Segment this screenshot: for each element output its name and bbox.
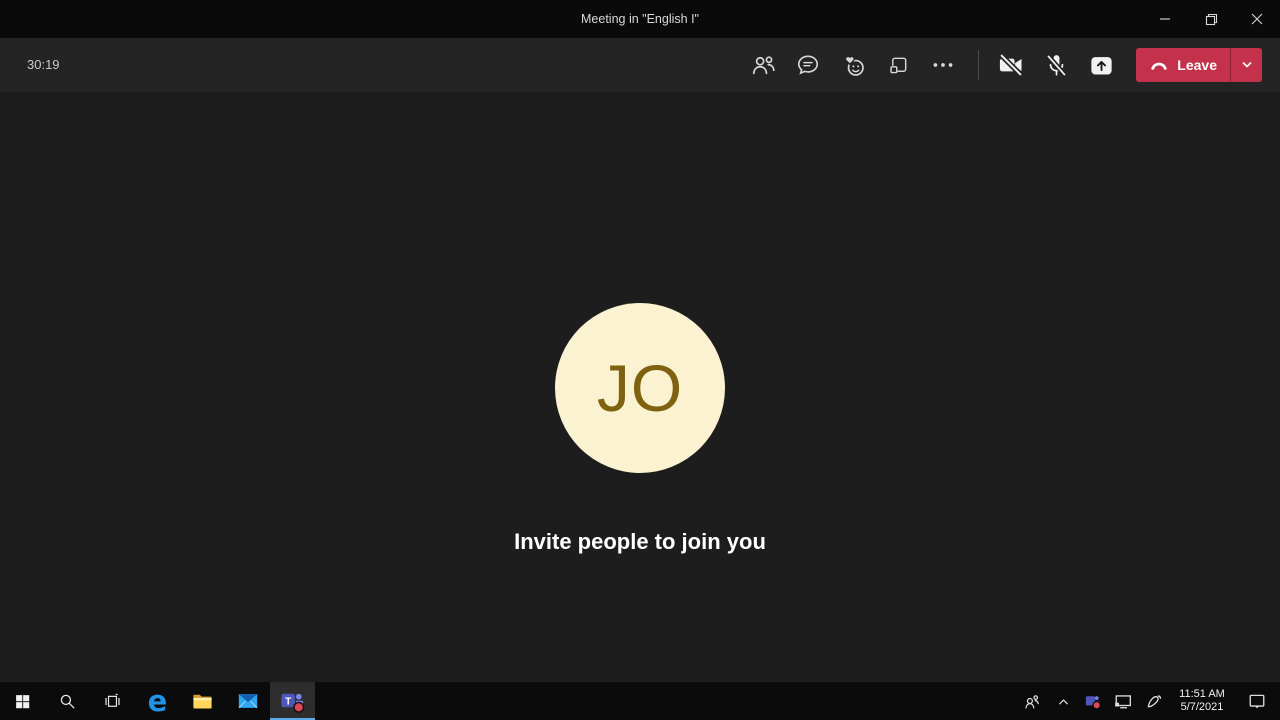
file-explorer-button[interactable] [180,682,225,720]
breakout-rooms-icon [887,54,910,77]
share-tray-icon [1088,52,1115,79]
search-icon [58,692,77,711]
restore-icon [1205,13,1218,26]
mail-button[interactable] [225,682,270,720]
toolbar-actions: Leave [747,38,1262,92]
action-center-button[interactable] [1234,682,1280,720]
close-icon [1251,13,1263,25]
restore-button[interactable] [1188,0,1234,38]
avatar-initials: JO [597,350,683,426]
more-actions-icon [930,52,956,78]
mail-icon [237,690,259,712]
reactions-button[interactable] [837,48,869,82]
window-controls [1142,0,1280,38]
share-button[interactable] [1085,48,1117,82]
close-button[interactable] [1234,0,1280,38]
start-button[interactable] [0,682,45,720]
teams-logo-letter: T [285,696,292,707]
clock[interactable]: 11:51 AM 5/7/2021 [1170,682,1234,720]
search-button[interactable] [45,682,90,720]
mic-off-icon [1043,52,1070,79]
leave-split-button: Leave [1136,48,1262,82]
participants-button[interactable] [747,48,779,82]
chevron-down-icon [1240,58,1254,72]
mic-button[interactable] [1040,48,1072,82]
leave-button[interactable]: Leave [1136,48,1230,82]
teams-meeting-window: Meeting in "English I" 30:19 [0,0,1280,720]
taskbar: e T [0,682,1280,720]
edge-button[interactable]: e [135,682,180,720]
teams-tray-button[interactable] [1078,682,1108,720]
leave-label: Leave [1177,57,1217,73]
leave-options-button[interactable] [1230,48,1262,82]
camera-button[interactable] [995,48,1027,82]
hidden-icons-button[interactable] [1048,682,1078,720]
invite-text: Invite people to join you [0,529,1280,555]
file-explorer-icon [191,690,214,713]
minimize-button[interactable] [1142,0,1188,38]
meeting-timer: 30:19 [27,38,60,92]
camera-off-icon [997,51,1025,79]
participants-icon [750,52,777,79]
pen-icon [1145,692,1163,710]
tray-date: 5/7/2021 [1181,701,1224,714]
teams-icon: T [279,688,306,715]
titlebar: Meeting in "English I" [0,0,1280,38]
windows-logo-icon [14,693,31,710]
pen-tray-button[interactable] [1138,682,1170,720]
chat-button[interactable] [792,48,824,82]
teams-tray-icon [1085,693,1102,710]
teams-taskbar-button[interactable]: T [270,682,315,720]
meeting-stage: JO Invite people to join you [0,92,1280,682]
people-tray-button[interactable] [1014,682,1048,720]
breakout-rooms-button[interactable] [882,48,914,82]
minimize-icon [1159,13,1171,25]
leave-call-icon [1149,57,1169,73]
network-tray-button[interactable] [1108,682,1138,720]
chevron-up-icon [1056,694,1071,709]
people-tray-icon [1023,693,1040,710]
edge-icon: e [148,687,168,716]
more-actions-button[interactable] [927,48,959,82]
avatar: JO [555,303,725,473]
system-tray: 11:51 AM 5/7/2021 [1014,682,1280,720]
reactions-icon [840,52,867,79]
network-icon [1114,692,1132,710]
action-center-icon [1248,692,1266,710]
meeting-toolbar: 30:19 [0,38,1280,92]
tray-time: 11:51 AM [1179,688,1225,701]
chat-icon [795,52,821,78]
task-view-button[interactable] [90,682,135,720]
task-view-icon [103,692,122,711]
window-title: Meeting in "English I" [0,0,1280,38]
toolbar-divider [978,50,979,80]
